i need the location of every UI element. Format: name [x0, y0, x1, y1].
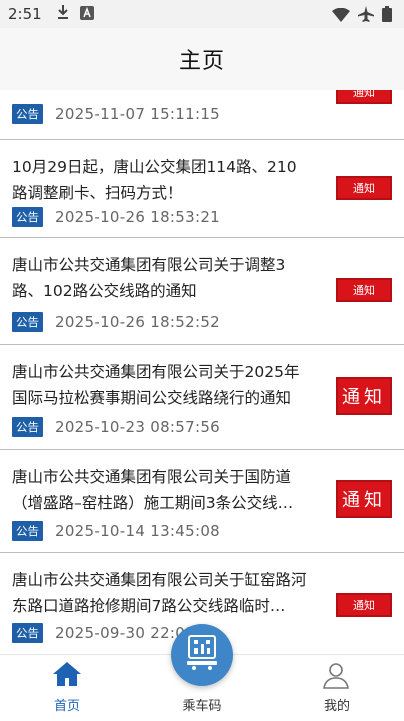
publish-date: 2025-10-26 18:52:52 [55, 313, 221, 331]
notice-badge: 通知 [336, 278, 392, 302]
qr-code-icon [185, 634, 219, 676]
list-item[interactable]: 唐山市公共交通集团有限公司关于2025年国际马拉松赛事期间公交线路绕行的通知 通… [0, 345, 404, 450]
publish-date: 2025-10-26 18:53:21 [55, 208, 221, 226]
battery-icon [382, 6, 392, 26]
news-title: 唐山市公共交通集团有限公司关于缸窑路河东路口道路抢修期间7路公交线路临时… [12, 571, 307, 615]
notice-badge: 通知 [336, 176, 392, 200]
home-icon [52, 661, 82, 691]
announcement-tag: 公告 [12, 417, 43, 437]
publish-date: 2025-10-14 13:45:08 [55, 522, 221, 540]
news-list[interactable]: 通知 公告 2025-11-07 15:11:15 10月29日起，唐山公交集团… [0, 90, 404, 654]
news-title: 唐山市公共交通集团有限公司关于国防道（增盛路–窑柱路）施工期间3条公交线… [12, 468, 294, 512]
ride-code-button[interactable] [171, 624, 233, 686]
list-item[interactable]: 10月29日起，唐山公交集团114路、210路调整刷卡、扫码方式！ 通知 公告 … [0, 140, 404, 238]
announcement-tag: 公告 [12, 623, 43, 643]
tab-home[interactable]: 首页 [0, 655, 134, 721]
tab-label: 首页 [53, 699, 80, 714]
notice-badge: 通知 [336, 593, 392, 617]
status-time: 2:51 [8, 5, 42, 23]
wifi-icon [332, 7, 350, 26]
announcement-tag: 公告 [12, 521, 43, 541]
publish-date: 2025-10-23 08:57:56 [55, 418, 221, 436]
status-bar: 2:51 [0, 0, 404, 28]
news-title: 唐山市公共交通集团有限公司关于2025年国际马拉松赛事期间公交线路绕行的通知 [12, 363, 300, 407]
page-title: 主页 [178, 49, 225, 74]
list-item[interactable]: 通知 公告 2025-11-07 15:11:15 [0, 90, 404, 140]
app-a-icon [79, 5, 94, 24]
app-header: 主页 [0, 28, 404, 91]
notice-badge: 通知 [336, 90, 392, 104]
user-icon [322, 661, 350, 693]
tab-label: 我的 [323, 699, 350, 714]
news-title: 唐山市公共交通集团有限公司关于调整3路、102路公交线路的通知 [12, 256, 286, 300]
notice-badge: 通知 [336, 480, 392, 518]
announcement-tag: 公告 [12, 207, 43, 227]
publish-date: 2025-11-07 15:11:15 [55, 105, 221, 123]
list-item[interactable]: 唐山市公共交通集团有限公司关于调整3路、102路公交线路的通知 通知 公告 20… [0, 238, 404, 345]
tab-label: 乘车码 [182, 699, 222, 714]
announcement-tag: 公告 [12, 104, 43, 124]
list-item[interactable]: 唐山市公共交通集团有限公司关于国防道（增盛路–窑柱路）施工期间3条公交线… 通知… [0, 450, 404, 553]
airplane-icon [358, 6, 374, 26]
news-title: 10月29日起，唐山公交集团114路、210路调整刷卡、扫码方式！ [12, 158, 297, 202]
download-icon [56, 4, 70, 24]
tab-mine[interactable]: 我的 [270, 655, 404, 721]
announcement-tag: 公告 [12, 312, 43, 332]
notice-badge: 通知 [336, 377, 392, 415]
